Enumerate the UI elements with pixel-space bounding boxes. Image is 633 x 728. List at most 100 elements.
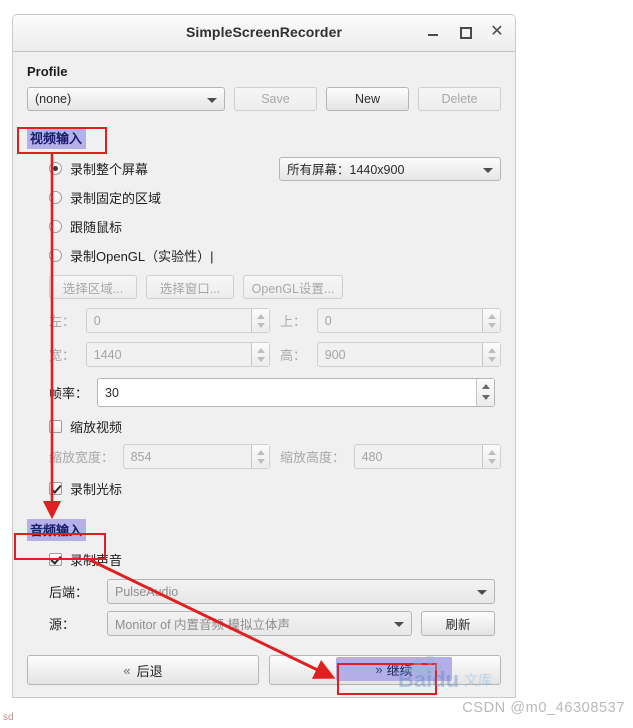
- height-label: 高：: [280, 348, 307, 363]
- select-window-button[interactable]: 选择窗口...: [146, 275, 234, 299]
- spin-down-icon[interactable]: [252, 321, 269, 333]
- width-spinbox[interactable]: 1440: [85, 342, 270, 367]
- opengl-settings-button[interactable]: OpenGL设置...: [243, 275, 343, 299]
- scaled-width-value: 854: [130, 449, 152, 464]
- radio-label: 跟随鼠标: [70, 220, 123, 235]
- checkbox-icon: [49, 420, 62, 433]
- source-combo[interactable]: Monitor of 内置音频 模拟立体声: [107, 611, 412, 636]
- top-value: 0: [324, 313, 332, 328]
- radio-dot-icon: [49, 220, 62, 233]
- minimize-icon[interactable]: [425, 23, 441, 41]
- back-button[interactable]: « 后退: [27, 655, 259, 685]
- radio-dot-icon: [49, 191, 62, 204]
- profile-combo[interactable]: (none): [27, 87, 225, 111]
- spinner-arrows[interactable]: [251, 445, 269, 468]
- left-top-row: 左： 0 上： 0: [49, 308, 501, 333]
- checkbox-label: 缩放视频: [70, 420, 123, 435]
- wizard-navigation: « 后退 » 继续: [27, 655, 501, 685]
- checkbox-icon: [49, 553, 62, 566]
- corner-text: sd: [3, 712, 14, 723]
- spin-up-icon[interactable]: [252, 445, 269, 457]
- area-buttons-row: 选择区域... 选择窗口... OpenGL设置...: [49, 275, 501, 299]
- framerate-row: 帧率： 30: [49, 378, 501, 407]
- maximize-icon[interactable]: [457, 23, 473, 41]
- radio-record-fixed-area[interactable]: 录制固定的区域: [27, 183, 501, 212]
- checkbox-record-cursor[interactable]: 录制光标: [27, 474, 501, 503]
- csdn-watermark: CSDN @m0_46308537: [462, 700, 625, 716]
- spin-down-icon[interactable]: [483, 457, 500, 469]
- spin-down-icon[interactable]: [477, 393, 494, 407]
- audio-input-group-label: 音频输入: [27, 519, 87, 541]
- radio-label: 录制固定的区域: [70, 191, 162, 206]
- video-input-section: 视频输入 录制整个屏幕 所有屏幕：1440x900 录制固定的区域 跟随鼠标 录…: [27, 127, 501, 503]
- radio-label: 录制整个屏幕: [70, 162, 149, 177]
- height-value: 900: [324, 347, 346, 362]
- spinner-arrows[interactable]: [482, 343, 500, 366]
- backend-value: PulseAudio: [115, 584, 179, 599]
- framerate-spinbox[interactable]: 30: [97, 378, 495, 407]
- radio-record-full-screen[interactable]: 录制整个屏幕: [27, 154, 279, 183]
- new-button[interactable]: New: [325, 87, 409, 111]
- radio-dot-icon: [49, 162, 62, 175]
- spin-down-icon[interactable]: [252, 457, 269, 469]
- radio-label: 录制OpenGL（实验性）|: [70, 249, 214, 264]
- width-value: 1440: [93, 347, 122, 362]
- spin-down-icon[interactable]: [252, 355, 269, 367]
- select-area-button[interactable]: 选择区域...: [49, 275, 137, 299]
- top-spinbox[interactable]: 0: [316, 308, 501, 333]
- application-window: SimpleScreenRecorder ✕ Profile (none) Sa…: [12, 14, 516, 698]
- checkbox-record-audio[interactable]: 录制声音: [27, 545, 501, 574]
- scaled-height-label: 缩放高度：: [280, 450, 346, 465]
- profile-combo-value: (none): [35, 92, 72, 106]
- spin-up-icon[interactable]: [477, 379, 494, 393]
- backend-row: 后端： PulseAudio: [49, 579, 501, 604]
- height-spinbox[interactable]: 900: [316, 342, 501, 367]
- spin-up-icon[interactable]: [483, 343, 500, 355]
- spin-up-icon[interactable]: [483, 309, 500, 321]
- spinner-arrows[interactable]: [251, 343, 269, 366]
- radio-dot-icon: [49, 249, 62, 262]
- checkbox-scale-video[interactable]: 缩放视频: [27, 412, 501, 441]
- chevron-down-icon: [477, 590, 487, 595]
- profile-group-label: Profile: [27, 64, 68, 79]
- spin-up-icon[interactable]: [252, 309, 269, 321]
- continue-button-highlight[interactable]: » 继续: [336, 657, 452, 681]
- framerate-value: 30: [105, 385, 119, 400]
- scaled-size-row: 缩放宽度： 854 缩放高度： 480: [49, 444, 501, 469]
- backend-combo[interactable]: PulseAudio: [107, 579, 495, 604]
- left-spinbox[interactable]: 0: [85, 308, 270, 333]
- save-button[interactable]: Save: [233, 87, 317, 111]
- scaled-height-spinbox[interactable]: 480: [353, 444, 501, 469]
- framerate-label: 帧率：: [49, 386, 89, 401]
- delete-button[interactable]: Delete: [418, 87, 502, 111]
- scaled-width-spinbox[interactable]: 854: [122, 444, 270, 469]
- source-row: 源： Monitor of 内置音频 模拟立体声 刷新: [49, 611, 501, 636]
- screen-select-combo[interactable]: 所有屏幕：1440x900: [279, 156, 501, 181]
- chevron-down-icon: [394, 622, 404, 627]
- spinner-arrows[interactable]: [482, 309, 500, 332]
- video-input-body: 录制整个屏幕 所有屏幕：1440x900 录制固定的区域 跟随鼠标 录制Open…: [27, 154, 501, 503]
- spin-up-icon[interactable]: [483, 445, 500, 457]
- spinner-arrows[interactable]: [251, 309, 269, 332]
- back-button-label: 后退: [136, 663, 163, 679]
- checkbox-label: 录制声音: [70, 553, 123, 568]
- left-label: 左：: [49, 314, 76, 329]
- audio-input-section: 音频输入 录制声音 后端： PulseAudio 源： Monitor of 内…: [27, 519, 501, 636]
- chevron-down-icon: [483, 167, 493, 173]
- window-content: Profile (none) Save New Delete 视频输入 录制整个…: [13, 52, 515, 636]
- refresh-button[interactable]: 刷新: [421, 611, 495, 636]
- radio-record-opengl[interactable]: 录制OpenGL（实验性）|: [27, 241, 501, 270]
- continue-button[interactable]: » 继续: [269, 655, 501, 685]
- window-controls: ✕: [425, 23, 505, 41]
- spin-down-icon[interactable]: [483, 321, 500, 333]
- title-bar[interactable]: SimpleScreenRecorder ✕: [13, 15, 515, 52]
- spinner-arrows[interactable]: [482, 445, 500, 468]
- video-input-group-label: 视频输入: [27, 127, 87, 149]
- radio-follow-cursor[interactable]: 跟随鼠标: [27, 212, 501, 241]
- close-icon[interactable]: ✕: [489, 23, 505, 41]
- spin-up-icon[interactable]: [252, 343, 269, 355]
- chevron-right-double-icon: »: [375, 661, 382, 677]
- spinner-arrows[interactable]: [476, 379, 494, 406]
- spin-down-icon[interactable]: [483, 355, 500, 367]
- left-value: 0: [93, 313, 101, 328]
